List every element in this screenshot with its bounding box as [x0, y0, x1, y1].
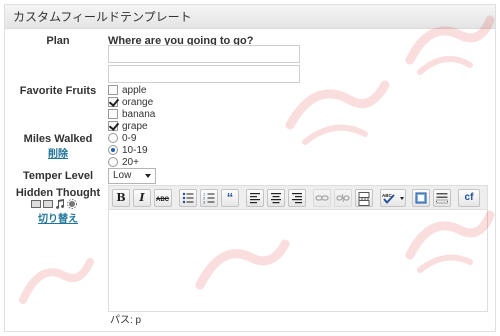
editor-toolbar: B I ABC 123 “ ABC cf — [109, 186, 487, 210]
unlink-button[interactable] — [334, 189, 352, 207]
rich-text-editor[interactable]: B I ABC 123 “ ABC cf — [108, 185, 488, 312]
plan-input-2[interactable] — [108, 65, 300, 83]
more-tag-icon — [358, 192, 370, 206]
cforms-button[interactable]: cf — [458, 189, 480, 207]
editor-content-area[interactable] — [109, 211, 487, 311]
add-media-icon[interactable] — [67, 199, 77, 209]
strikethrough-icon: ABC — [156, 197, 170, 203]
bold-button[interactable]: B — [112, 189, 130, 207]
miles-label-10-19: 10-19 — [122, 144, 148, 156]
link-icon — [315, 195, 329, 201]
plan-input-1[interactable] — [108, 45, 300, 63]
numbered-list-button[interactable]: 123 — [200, 189, 218, 207]
bullet-list-icon — [182, 192, 194, 204]
temper-level-select[interactable]: Low — [108, 168, 156, 184]
hidden-thought-label: Hidden Thought — [15, 187, 101, 199]
radio-20-plus[interactable] — [108, 157, 118, 167]
fullscreen-button[interactable] — [412, 189, 430, 207]
unlink-icon — [336, 193, 350, 203]
kitchen-sink-icon — [436, 193, 448, 204]
link-button[interactable] — [313, 189, 331, 207]
strikethrough-button[interactable]: ABC — [154, 189, 172, 207]
miles-option-10-19[interactable]: 10-19 — [108, 144, 148, 156]
checkbox-banana[interactable] — [108, 109, 118, 119]
checkbox-orange[interactable] — [108, 97, 118, 107]
temper-level-label: Temper Level — [22, 170, 94, 182]
align-right-icon — [292, 193, 302, 204]
miles-label-0-9: 0-9 — [122, 132, 137, 144]
radio-0-9[interactable] — [108, 133, 118, 143]
fruit-label-apple: apple — [122, 84, 147, 96]
fruit-option-orange[interactable]: orange — [108, 96, 153, 108]
align-left-button[interactable] — [246, 189, 264, 207]
checkbox-apple[interactable] — [108, 85, 118, 95]
radio-10-19[interactable] — [108, 145, 118, 155]
fruit-option-grape[interactable]: grape — [108, 120, 148, 132]
favorite-fruits-label: Favorite Fruits — [19, 85, 97, 97]
kitchen-sink-button[interactable] — [433, 189, 451, 207]
miles-option-0-9[interactable]: 0-9 — [108, 132, 136, 144]
spellcheck-button[interactable]: ABC — [380, 189, 406, 207]
toggle-editor-link[interactable]: 切り替え — [8, 210, 108, 225]
fruit-option-apple[interactable]: apple — [108, 84, 146, 96]
align-right-button[interactable] — [288, 189, 306, 207]
align-left-icon — [250, 193, 260, 204]
svg-text:3: 3 — [203, 200, 206, 205]
temper-level-selected: Low — [113, 170, 132, 181]
add-image-icon[interactable] — [31, 200, 41, 208]
miles-walked-label: Miles Walked — [23, 133, 93, 145]
editor-path-status: パス: p — [110, 315, 142, 326]
fullscreen-icon — [415, 192, 427, 204]
chevron-down-icon — [145, 174, 151, 178]
plan-label: Plan — [46, 35, 70, 47]
fruit-option-banana[interactable]: banana — [108, 108, 155, 120]
delete-link[interactable]: 削除 — [8, 145, 108, 160]
fruit-label-grape: grape — [122, 120, 148, 132]
bullet-list-button[interactable] — [179, 189, 197, 207]
blockquote-button[interactable]: “ — [221, 189, 239, 207]
fruit-label-orange: orange — [122, 96, 154, 108]
miles-option-20-plus[interactable]: 20+ — [108, 156, 139, 168]
media-buttons — [31, 199, 77, 209]
align-center-icon — [271, 193, 281, 204]
miles-label-20-plus: 20+ — [122, 156, 139, 168]
panel-title: カスタムフィールドテンプレート — [5, 5, 495, 29]
fruit-label-banana: banana — [122, 108, 156, 120]
add-audio-icon[interactable] — [55, 199, 65, 209]
spellcheck-icon: ABC — [382, 193, 404, 204]
numbered-list-icon: 123 — [203, 192, 215, 204]
insert-more-button[interactable] — [355, 189, 373, 207]
checkbox-grape[interactable] — [108, 121, 118, 131]
add-video-icon[interactable] — [43, 200, 53, 208]
italic-button[interactable]: I — [133, 189, 151, 207]
svg-text:ABC: ABC — [156, 197, 170, 203]
align-center-button[interactable] — [267, 189, 285, 207]
